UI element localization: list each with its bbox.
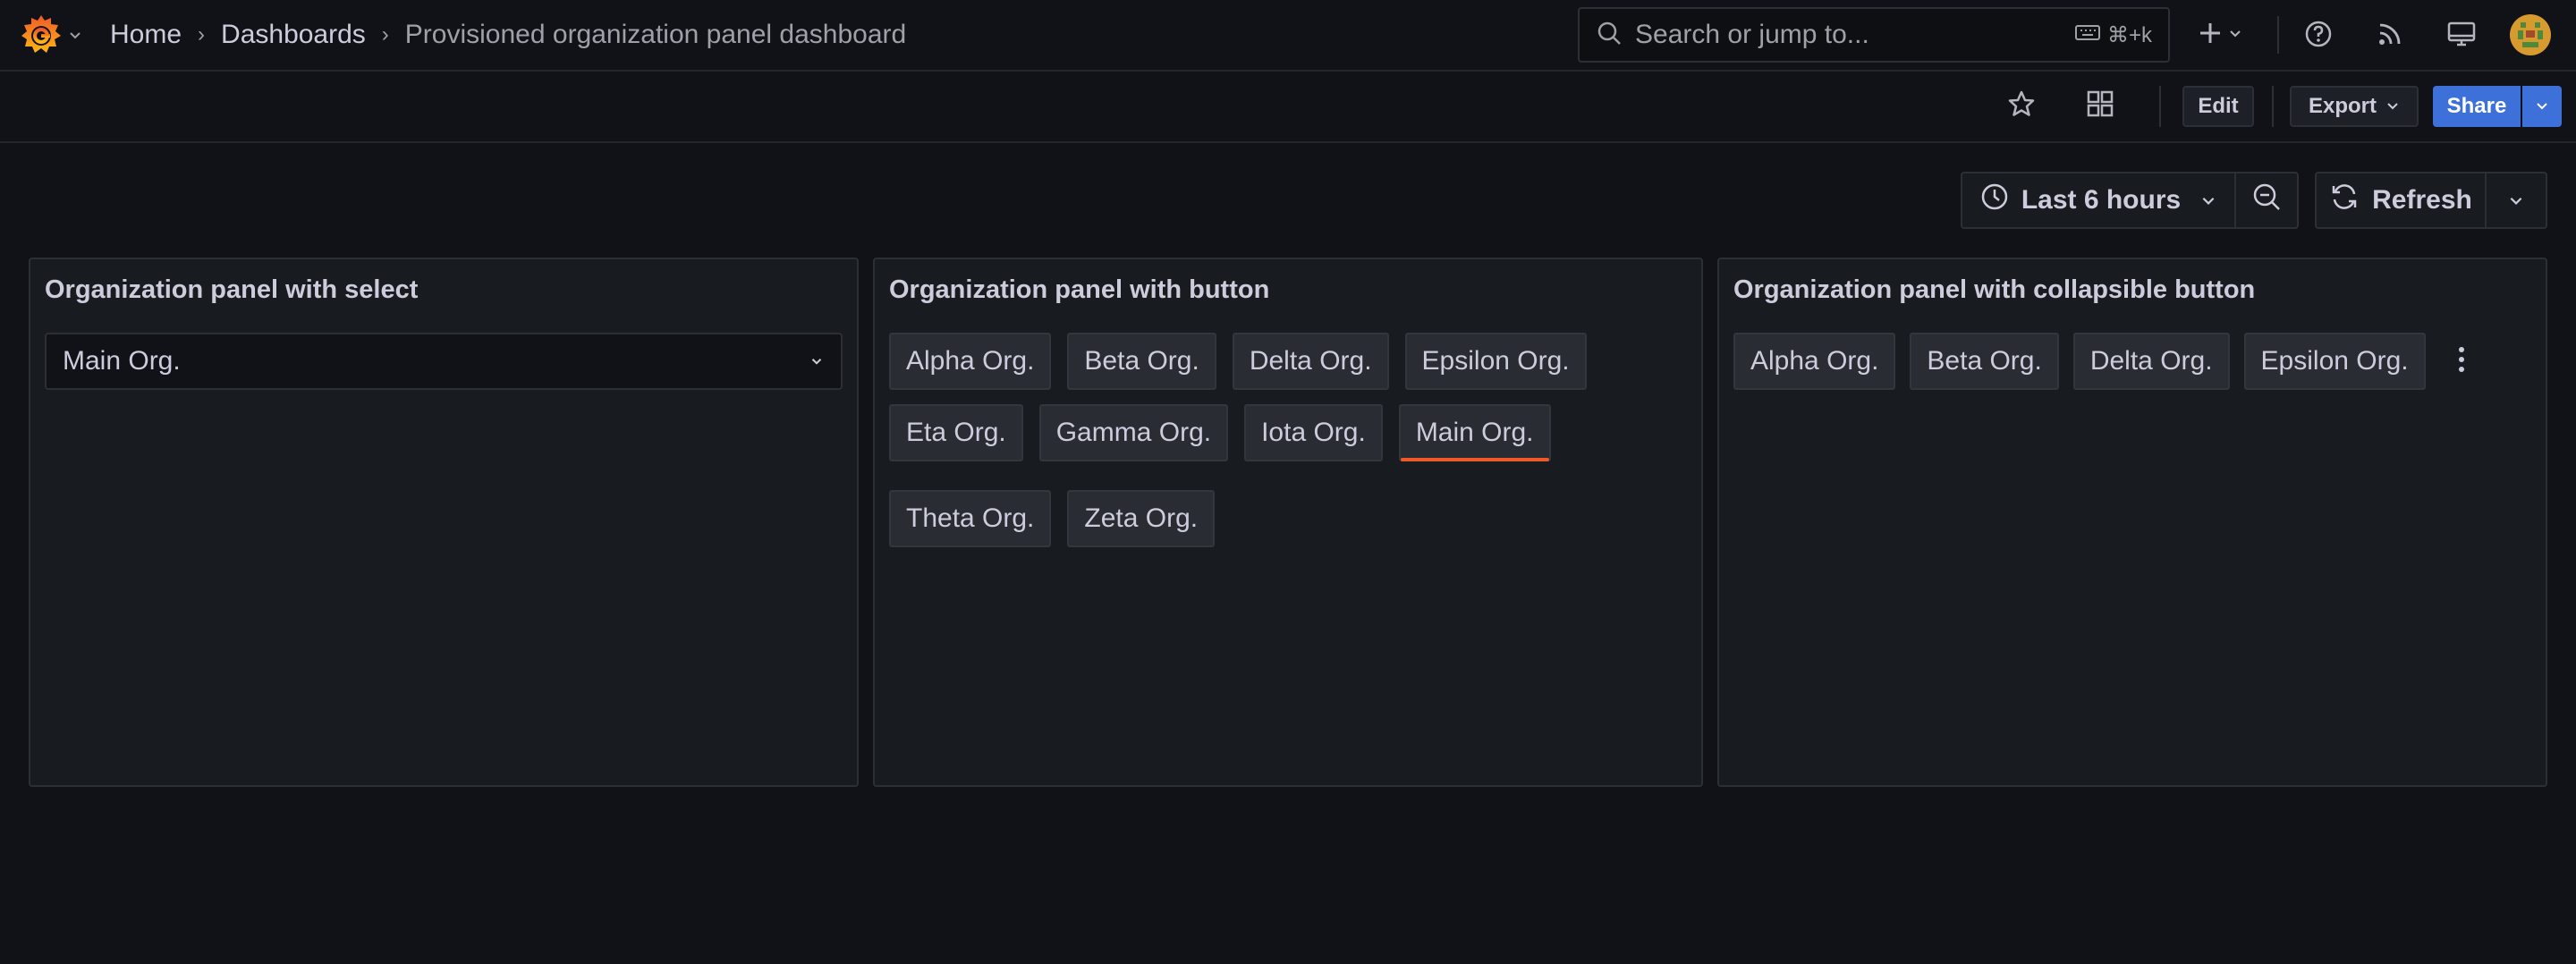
chevron-down-icon [68,28,82,47]
panel-organization-collapsible: Organization panel with collapsible butt… [1717,258,2547,787]
org-button[interactable]: Eta Org. [889,404,1023,461]
edit-button[interactable]: Edit [2182,86,2254,127]
search-input[interactable]: Search or jump to... ⌘+k [1578,7,2170,63]
org-button[interactable]: Beta Org. [1067,333,1216,390]
chevron-down-icon [2535,94,2549,119]
breadcrumb-current: Provisioned organization panel dashboard [404,20,907,49]
export-label: Export [2308,94,2377,118]
chevron-down-icon [2228,26,2242,45]
export-button[interactable]: Export [2290,86,2419,127]
zoom-out-button[interactable] [2234,172,2299,229]
clock-icon [1980,182,2009,218]
divider [2272,86,2274,127]
panel-title: Organization panel with button [889,275,1270,304]
chevron-down-icon [2200,185,2216,216]
divider [2277,16,2279,54]
breadcrumb: Home › Dashboards › Provisioned organiza… [110,0,906,70]
chevron-down-icon [2385,94,2400,119]
org-button[interactable]: Alpha Org. [889,333,1052,390]
time-range-picker[interactable]: Last 6 hours [1961,172,2236,229]
news-button[interactable] [2372,18,2408,54]
divider [2159,86,2161,127]
breadcrumb-home[interactable]: Home [110,20,182,50]
shortcut-label: ⌘+k [2106,22,2152,47]
org-button[interactable]: Theta Org. [889,490,1052,547]
search-placeholder: Search or jump to... [1635,20,1869,49]
star-icon [2007,89,2036,123]
organization-select[interactable]: Main Org. [45,333,843,390]
refresh-icon [2329,182,2360,219]
organization-button-group: Alpha Org. Beta Org. Delta Org. Epsilon … [889,333,1676,547]
panel-title: Organization panel with collapsible butt… [1733,275,2256,304]
chevron-right-icon: › [198,22,206,47]
org-button[interactable]: Delta Org. [1232,333,1389,390]
more-vertical-icon [2457,345,2466,378]
time-range-label: Last 6 hours [2021,185,2182,215]
refresh-label: Refresh [2372,185,2472,215]
org-button[interactable]: Epsilon Org. [2243,333,2426,390]
org-button-active[interactable]: Main Org. [1398,404,1551,461]
organization-collapsible-group: Alpha Org. Beta Org. Delta Org. Epsilon … [1733,333,2483,390]
chevron-down-icon [809,346,825,376]
share-label: Share [2446,94,2507,118]
org-button[interactable]: Epsilon Org. [1404,333,1587,390]
org-button[interactable]: Zeta Org. [1067,490,1216,547]
refresh-interval-picker[interactable] [2485,172,2547,229]
org-button[interactable]: Alpha Org. [1733,333,1896,390]
panel-organization-button: Organization panel with button Alpha Org… [873,258,1703,787]
mark-favorite-button[interactable] [2004,88,2039,123]
rss-icon [2377,21,2403,52]
chevron-right-icon: › [381,22,389,47]
keyboard-icon [2074,22,2100,47]
user-avatar[interactable] [2510,14,2551,55]
plus-icon [2198,21,2223,50]
help-icon [2304,20,2333,53]
breadcrumb-dashboards[interactable]: Dashboards [221,20,366,50]
monitor-icon [2447,21,2476,52]
org-button[interactable]: Gamma Org. [1038,404,1229,461]
edit-label: Edit [2198,94,2239,118]
org-button[interactable]: Iota Org. [1244,404,1383,461]
chevron-down-icon [2508,185,2524,216]
kiosk-mode-button[interactable] [2444,18,2479,54]
more-options-button[interactable] [2440,333,2483,390]
panel-organization-select: Organization panel with select Main Org. [29,258,859,787]
dashboard-layout-button[interactable] [2082,88,2118,123]
zoom-out-icon [2251,182,2282,219]
search-icon [1596,20,1623,51]
dashboard-toolbar: Edit Export Share [0,72,2576,143]
selected-organization: Main Org. [63,346,181,376]
grafana-logo-icon [20,13,63,62]
org-button[interactable]: Delta Org. [2072,333,2230,390]
top-navigation-bar: Home › Dashboards › Provisioned organiza… [0,0,2576,72]
avatar [2510,14,2551,55]
org-button[interactable]: Beta Org. [1910,333,2059,390]
search-shortcut: ⌘+k [2074,22,2152,48]
help-button[interactable] [2301,18,2336,54]
share-button[interactable]: Share [2433,86,2521,127]
new-button[interactable] [2193,18,2247,52]
grid-icon [2086,89,2114,123]
grafana-menu-toggle[interactable] [20,13,82,62]
refresh-button[interactable]: Refresh [2315,172,2487,229]
share-options-button[interactable] [2522,86,2562,127]
panel-title: Organization panel with select [45,275,419,304]
